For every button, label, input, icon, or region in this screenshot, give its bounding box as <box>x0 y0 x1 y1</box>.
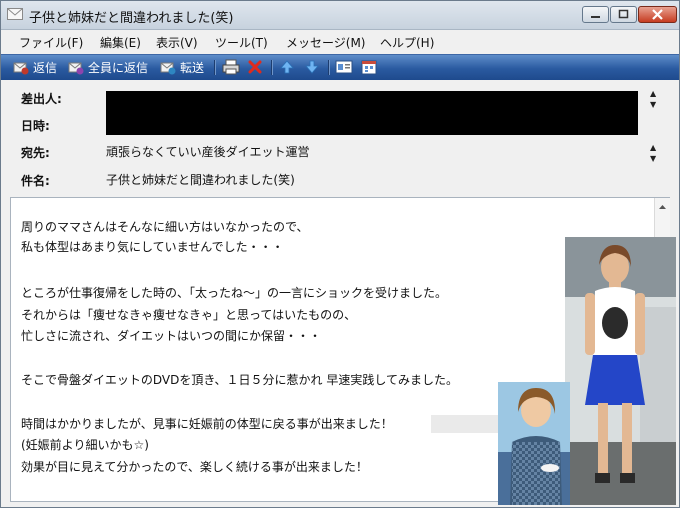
reply-all-label: 全員に返信 <box>88 60 149 75</box>
calendar-button[interactable] <box>361 57 380 77</box>
body-line: それからは「痩せなきゃ痩せなきゃ」と思ってはいたものの、 <box>21 308 357 322</box>
reply-icon <box>13 62 29 74</box>
window-title: 子供と姉妹だと間違われました(笑) <box>29 11 234 26</box>
before-photo <box>498 382 570 505</box>
close-button[interactable] <box>638 6 677 23</box>
delete-x-icon <box>248 60 262 74</box>
from-label: 差出人: <box>21 92 62 106</box>
redacted-sender-date <box>106 91 638 135</box>
mail-window: 子供と姉妹だと間違われました(笑) ファイル(F) 編集(E) 表示(V) ツー… <box>0 0 680 508</box>
body-line: 忙しさに流され、ダイエットはいつの間にか保留・・・ <box>21 329 322 343</box>
address-book-icon <box>335 60 353 74</box>
reply-all-icon <box>68 62 84 74</box>
forward-label: 転送 <box>180 60 205 75</box>
minimize-button[interactable] <box>582 6 609 23</box>
body-line: 周りのママさんはそんなに細い方はいなかったので、 <box>21 220 309 234</box>
arrow-up-icon <box>280 60 294 74</box>
menu-bar: ファイル(F) 編集(E) 表示(V) ツール(T) メッセージ(M) ヘルプ(… <box>1 30 679 54</box>
subject-value: 子供と姉妹だと間違われました(笑) <box>106 173 295 187</box>
scroll-down-icon[interactable]: ▼ <box>650 100 660 109</box>
delete-button[interactable] <box>247 57 266 77</box>
menu-tools[interactable]: ツール(T) <box>215 34 268 51</box>
to-value: 頑張らなくていい産後ダイエット運営 <box>106 145 310 159</box>
close-icon <box>652 9 663 20</box>
toolbar-separator <box>328 60 330 75</box>
subject-label: 件名: <box>21 174 50 188</box>
menu-edit[interactable]: 編集(E) <box>100 34 141 51</box>
toolbar-separator <box>214 60 216 75</box>
body-line: 私も体型はあまり気にしていませんでした・・・ <box>21 240 284 254</box>
previous-button[interactable] <box>279 57 298 77</box>
after-photo <box>565 237 676 505</box>
menu-view[interactable]: 表示(V) <box>156 34 198 51</box>
scroll-up-icon[interactable] <box>655 201 670 213</box>
reply-label: 返信 <box>33 60 58 75</box>
scroll-down-icon[interactable]: ▼ <box>650 154 660 163</box>
minimize-icon <box>591 16 600 18</box>
addresses-button[interactable] <box>335 57 356 77</box>
arrow-down-icon <box>305 60 319 74</box>
reply-button[interactable]: 返信 <box>13 57 57 77</box>
forward-icon <box>160 62 176 74</box>
text-selection-highlight <box>431 415 501 433</box>
calendar-icon <box>361 60 377 75</box>
maximize-button[interactable] <box>610 6 637 23</box>
scroll-up-icon[interactable]: ▲ <box>650 143 660 152</box>
to-label: 宛先: <box>21 146 50 160</box>
body-line: 効果が目に見えて分かったので、楽しく続ける事が出来ました！ <box>21 460 368 474</box>
toolbar-separator <box>271 60 273 75</box>
menu-message[interactable]: メッセージ(M) <box>286 34 365 51</box>
envelope-icon <box>7 8 23 20</box>
reply-all-button[interactable]: 全員に返信 <box>68 57 148 77</box>
body-line: (妊娠前より細いかも☆) <box>21 438 149 452</box>
printer-icon <box>222 59 240 75</box>
menu-help[interactable]: ヘルプ(H) <box>380 34 434 51</box>
toolbar: 返信 全員に返信 転送 <box>1 54 679 81</box>
body-line: ところが仕事復帰をした時の、「太ったね～」の一言にショックを受けました。 <box>21 286 448 300</box>
forward-button[interactable]: 転送 <box>160 57 204 77</box>
scroll-up-icon[interactable]: ▲ <box>650 89 660 98</box>
next-button[interactable] <box>304 57 323 77</box>
date-label: 日時: <box>21 119 50 133</box>
menu-file[interactable]: ファイル(F) <box>19 34 83 51</box>
body-line: 時間はかかりましたが、見事に妊娠前の体型に戻る事が出来ました！ <box>21 417 393 431</box>
title-bar: 子供と姉妹だと間違われました(笑) <box>1 1 679 30</box>
maximize-icon <box>618 9 629 19</box>
print-button[interactable] <box>222 57 243 77</box>
body-line: そこで骨盤ダイエットのDVDを頂き、１日５分に惹かれ 早速実践してみました。 <box>21 373 458 387</box>
